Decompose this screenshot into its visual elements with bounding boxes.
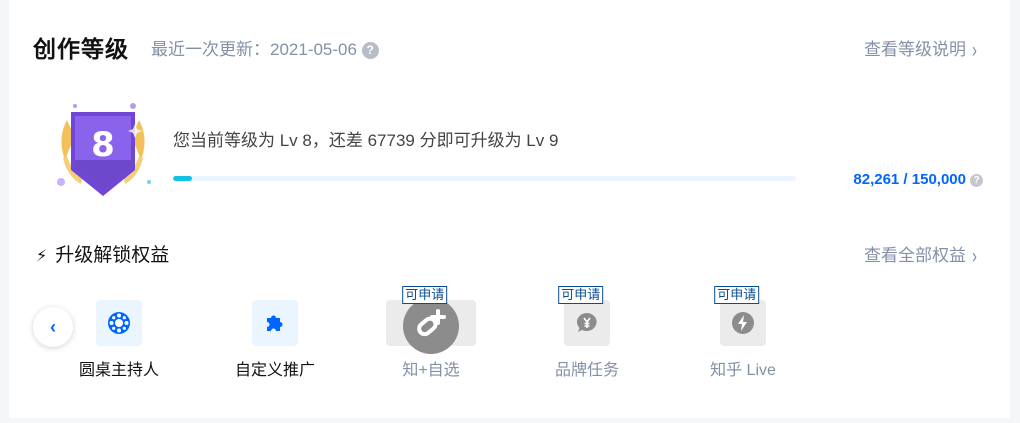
level-score: 82,261 / 150,000?: [853, 171, 983, 188]
right-item-label: 知+自选: [402, 362, 460, 379]
chevron-right-icon: ›: [972, 244, 977, 269]
rights-title-text: 升级解锁权益: [55, 245, 170, 266]
view-all-rights-label: 查看全部权益: [864, 246, 966, 265]
apply-available-badge: 可申请: [714, 286, 760, 304]
view-level-info-label: 查看等级说明: [864, 40, 966, 59]
lightning-icon: [732, 312, 754, 334]
level-score-text: 82,261 / 150,000: [853, 171, 966, 188]
rights-section-title: ⚡ 升级解锁权益: [36, 240, 169, 267]
right-item-zhihu-live[interactable]: 可申请 知乎 Live: [673, 286, 813, 380]
puzzle-icon-box: [252, 300, 298, 346]
lightning-icon: ⚡: [36, 248, 48, 265]
page-title: 创作等级: [33, 36, 129, 62]
chevron-right-icon: ›: [972, 38, 977, 63]
lightning-icon-box: [720, 300, 766, 346]
last-updated-text: 最近一次更新：2021-05-06: [151, 40, 357, 59]
apply-available-badge: 可申请: [402, 286, 448, 304]
right-item-label: 知乎 Live: [710, 362, 776, 379]
creation-level-card: 创作等级 最近一次更新：2021-05-06 ? 查看等级说明 › 8 您当前等级…: [9, 0, 1010, 418]
badge-dot: [73, 104, 77, 108]
badge-number: 8: [91, 125, 115, 165]
right-item-label: 品牌任务: [554, 362, 619, 379]
badge-dot: [57, 178, 65, 186]
view-all-rights-link[interactable]: 查看全部权益 ›: [864, 241, 977, 269]
yen-chat-icon: [576, 312, 597, 332]
zhiplus-icon: [403, 298, 459, 354]
roundtable-icon: [108, 312, 130, 334]
score-help-icon[interactable]: ?: [970, 174, 983, 187]
level-status-text: 您当前等级为 Lv 8，还差 67739 分即可升级为 Lv 9: [173, 131, 559, 150]
help-icon[interactable]: ?: [361, 42, 379, 59]
apply-available-badge: 可申请: [558, 286, 604, 304]
badge-dot: [130, 103, 136, 109]
roundtable-icon-box: [96, 300, 142, 346]
right-item-custom-promotion[interactable]: 自定义推广: [205, 300, 345, 380]
level-badge-icon: 8: [57, 103, 151, 196]
right-item-roundtable[interactable]: 圆桌主持人: [49, 300, 189, 380]
right-item-brand-task[interactable]: 可申请 品牌任务: [517, 286, 657, 380]
right-item-label: 圆桌主持人: [78, 362, 159, 379]
last-updated: 最近一次更新：2021-05-06 ?: [151, 35, 379, 60]
right-item-label: 自定义推广: [234, 362, 315, 379]
level-progress-fill: [173, 176, 192, 181]
level-progress-bar: [173, 176, 796, 181]
zhiplus-icon-box: [386, 298, 476, 354]
puzzle-icon: [267, 315, 283, 331]
yen-chat-icon-box: [564, 300, 610, 346]
badge-dot: [147, 180, 151, 184]
view-level-info-link[interactable]: 查看等级说明 ›: [864, 35, 977, 63]
right-item-zhiplus[interactable]: 可申请 知+自选: [361, 286, 501, 380]
